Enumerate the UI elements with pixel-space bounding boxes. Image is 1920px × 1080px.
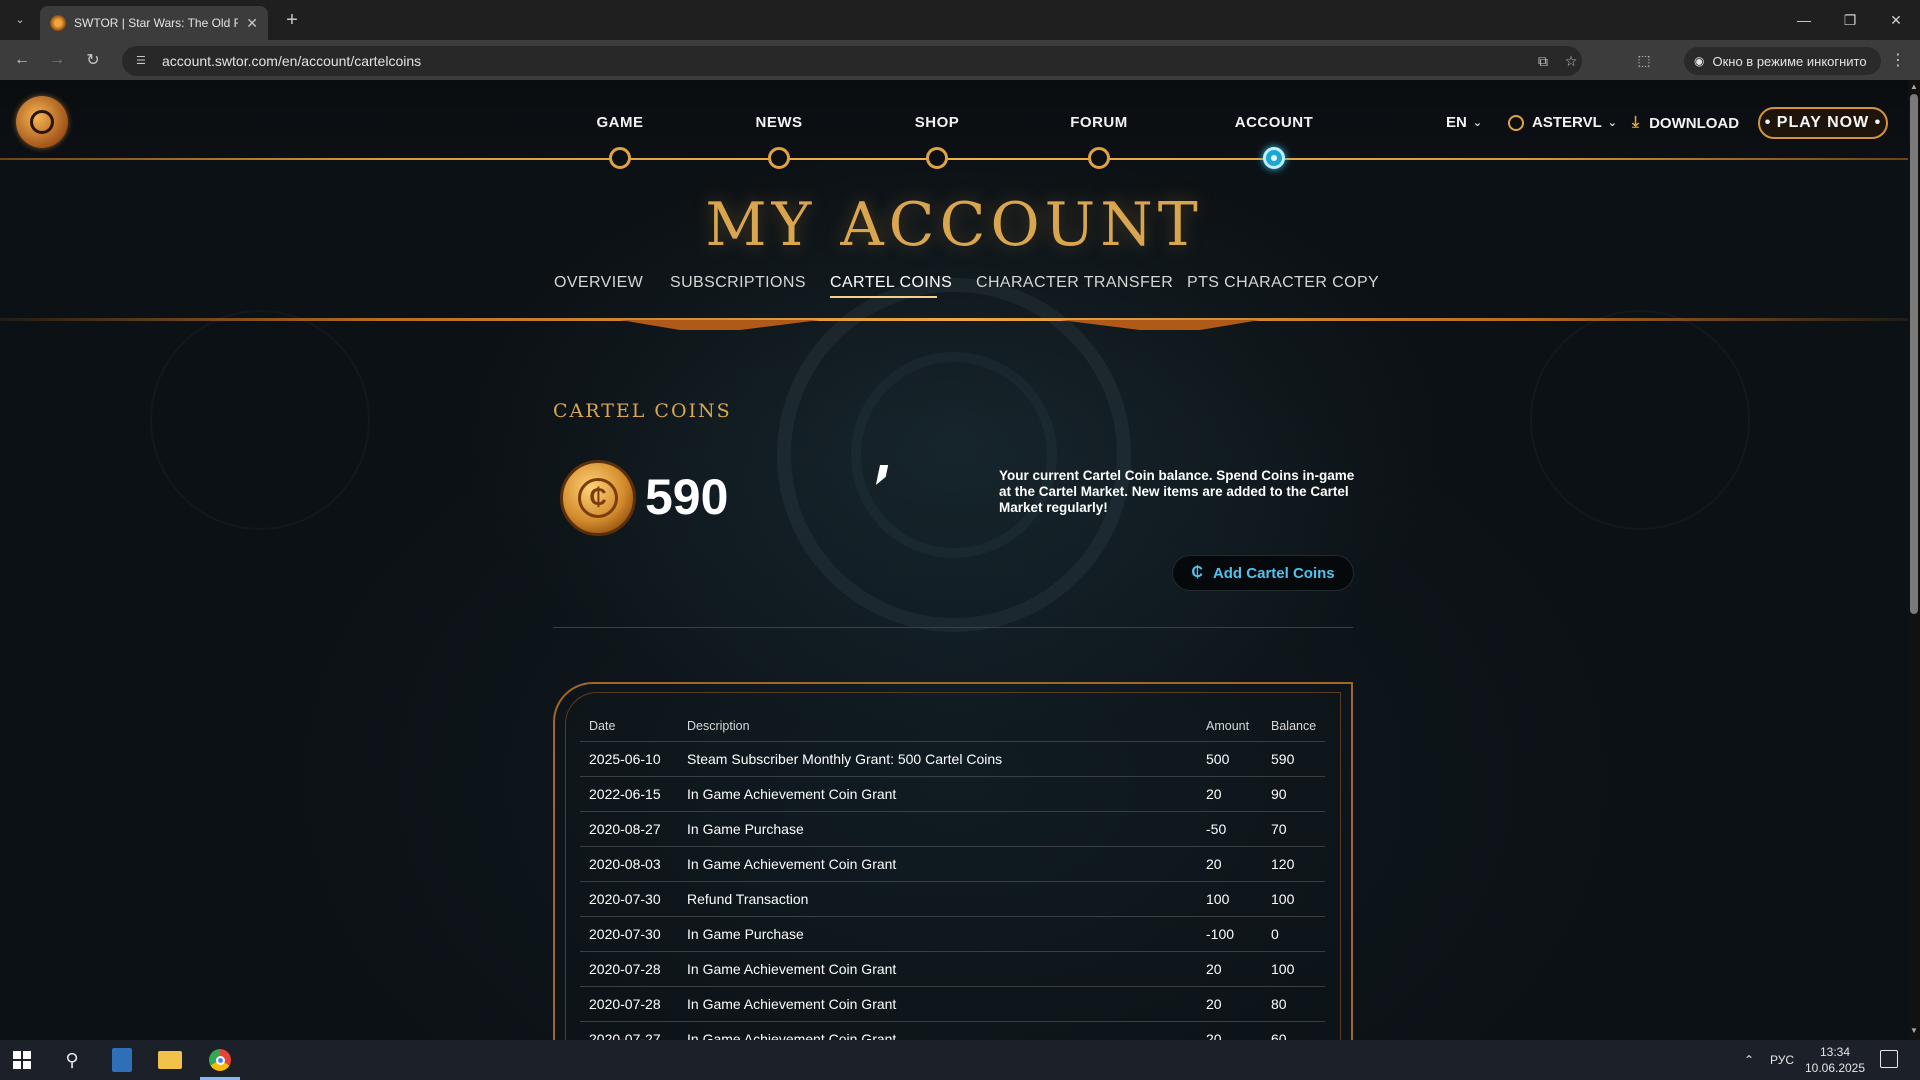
cell-date: 2020-07-28: [589, 961, 661, 977]
cell-balance: 0: [1271, 926, 1279, 942]
cell-description: In Game Achievement Coin Grant: [687, 856, 897, 872]
scroll-down-arrow-icon[interactable]: ▼: [1910, 1026, 1918, 1036]
cell-amount: 20: [1206, 856, 1222, 872]
cell-balance: 590: [1271, 751, 1295, 767]
cell-balance: 100: [1271, 891, 1295, 907]
history-table-body: 2025-06-10 Steam Subscriber Monthly Grant…: [0, 0, 1908, 1040]
cell-amount: -50: [1206, 821, 1227, 837]
cell-amount: 100: [1206, 891, 1230, 907]
table-row: 2020-08-27 In Game Purchase -50 70: [580, 811, 1325, 846]
cell-amount: 20: [1206, 996, 1222, 1012]
cell-description: In Game Achievement Coin Grant: [687, 786, 897, 802]
clock-date: 10.06.2025: [1804, 1061, 1866, 1075]
table-row: 2020-07-27 In Game Achievement Coin Grant…: [580, 1021, 1325, 1040]
scroll-up-arrow-icon[interactable]: ▲: [1910, 82, 1918, 92]
cell-date: 2020-07-27: [589, 1031, 661, 1040]
cell-date: 2020-07-28: [589, 996, 661, 1012]
cell-description: Refund Transaction: [687, 891, 809, 907]
cell-description: In Game Achievement Coin Grant: [687, 961, 897, 977]
tray-overflow-chevron-icon[interactable]: ⌃: [1744, 1040, 1754, 1080]
cell-balance: 100: [1271, 961, 1295, 977]
cell-date: 2022-06-15: [589, 786, 661, 802]
system-clock[interactable]: 13:34 10.06.2025: [1800, 1044, 1870, 1076]
notification-center-icon[interactable]: [1880, 1050, 1898, 1068]
table-row: 2020-08-03 In Game Achievement Coin Grant…: [580, 846, 1325, 881]
cell-amount: 20: [1206, 786, 1222, 802]
cell-description: In Game Purchase: [687, 821, 804, 837]
cell-date: 2020-08-03: [589, 856, 661, 872]
cell-amount: 20: [1206, 961, 1222, 977]
cell-balance: 120: [1271, 856, 1295, 872]
cell-amount: -100: [1206, 926, 1235, 942]
windows-taskbar: ⚲: [0, 1040, 1920, 1080]
cell-description: Steam Subscriber Monthly Grant: 500 Cart…: [687, 751, 1003, 767]
cell-description: In Game Purchase: [687, 926, 804, 942]
cell-balance: 60: [1271, 1031, 1287, 1040]
table-row: 2020-07-28 In Game Achievement Coin Grant…: [580, 951, 1325, 986]
cell-date: 2025-06-10: [589, 751, 661, 767]
cell-amount: 500: [1206, 751, 1230, 767]
cell-date: 2020-07-30: [589, 891, 661, 907]
windows-start-icon[interactable]: [4, 1046, 40, 1074]
table-row: 2020-07-30 In Game Purchase -100 0: [580, 916, 1325, 951]
table-row: 2020-07-28 In Game Achievement Coin Grant…: [580, 986, 1325, 1021]
cell-balance: 70: [1271, 821, 1287, 837]
table-row: 2020-07-30 Refund Transaction 100 100: [580, 881, 1325, 916]
table-row: 2025-06-10 Steam Subscriber Monthly Grant…: [580, 741, 1325, 776]
cell-description: In Game Achievement Coin Grant: [687, 996, 897, 1012]
cell-amount: 20: [1206, 1031, 1222, 1040]
calculator-app-icon[interactable]: [104, 1046, 140, 1074]
clock-time: 13:34: [1819, 1045, 1851, 1059]
page-scrollbar[interactable]: ▲ ▼: [1908, 80, 1920, 1040]
scrollbar-thumb[interactable]: [1910, 94, 1918, 614]
file-explorer-icon[interactable]: [152, 1046, 188, 1074]
cell-date: 2020-08-27: [589, 821, 661, 837]
cell-balance: 80: [1271, 996, 1287, 1012]
table-row: 2022-06-15 In Game Achievement Coin Grant…: [580, 776, 1325, 811]
input-language-indicator[interactable]: РУС: [1770, 1040, 1794, 1080]
search-icon[interactable]: ⚲: [54, 1046, 90, 1074]
cell-date: 2020-07-30: [589, 926, 661, 942]
cell-balance: 90: [1271, 786, 1287, 802]
chrome-app-icon[interactable]: [202, 1046, 238, 1074]
cell-description: In Game Achievement Coin Grant: [687, 1031, 897, 1040]
